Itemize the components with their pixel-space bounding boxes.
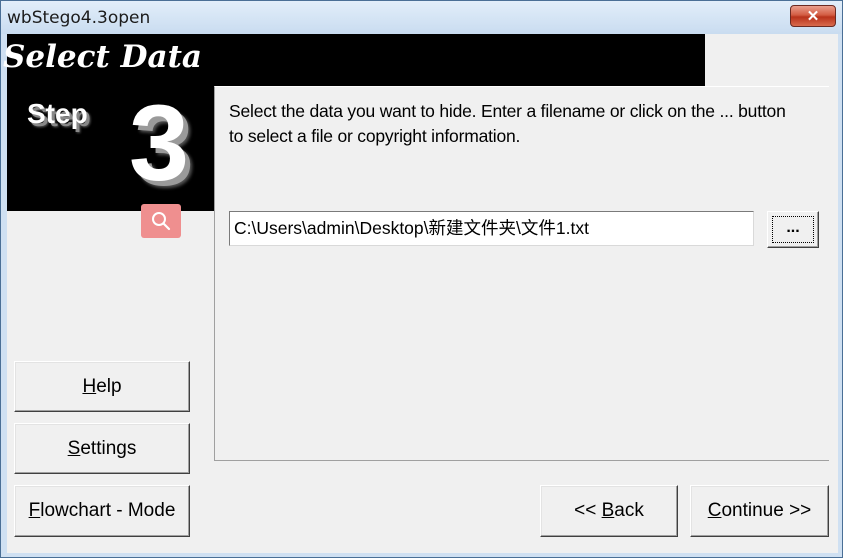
settings-mnemonic: S [67,438,81,459]
close-button[interactable]: ✕ [790,5,836,27]
browse-button[interactable]: ... [767,211,819,248]
file-path-input[interactable]: C:\Users\admin\Desktop\新建文件夹\文件1.txt [229,211,754,246]
browse-button-label: ... [772,216,814,243]
continue-label: ontinue >> [721,500,812,521]
step-number: 3 [129,82,190,203]
header-banner: Select Data [3,34,705,86]
flowchart-mnemonic: F [28,500,41,521]
help-mnemonic: H [82,376,97,397]
close-icon: ✕ [806,8,820,25]
flowchart-mode-button[interactable]: Flowchart - Mode [14,485,190,537]
back-prefix: << [574,500,602,521]
back-label: ack [614,500,644,521]
instructions-text: Select the data you want to hide. Enter … [229,101,786,146]
settings-button[interactable]: Settings [14,423,190,474]
flowchart-label: lowchart - Mode [40,500,176,521]
back-mnemonic: B [601,500,615,521]
back-button[interactable]: << Back [540,485,678,537]
content-panel: Select the data you want to hide. Enter … [214,86,829,461]
step-label: Step [27,98,88,129]
app-window: wbStego4.3open ✕ Select Data Step 3 Sele… [0,0,843,558]
window-title: wbStego4.3open [7,8,151,28]
search-icon[interactable] [141,204,181,238]
title-bar[interactable]: wbStego4.3open ✕ [1,1,842,34]
client-area: Select Data Step 3 Select the data you w… [3,34,838,553]
step-indicator: Step 3 [7,82,214,211]
page-title: Select Data [3,39,202,75]
help-button[interactable]: Help [14,361,190,412]
help-label: elp [96,376,122,397]
continue-button[interactable]: Continue >> [690,485,829,537]
continue-mnemonic: C [707,500,722,521]
settings-label: ettings [80,438,137,459]
